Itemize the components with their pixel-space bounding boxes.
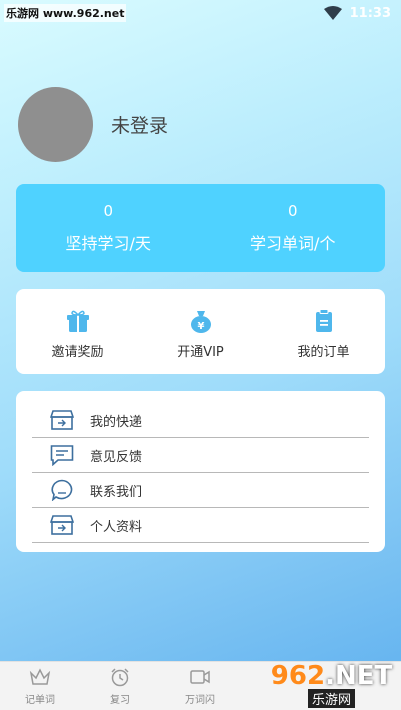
menu-item-feedback[interactable]: 意见反馈 <box>32 438 369 473</box>
stat-label: 学习单词/个 <box>250 234 336 253</box>
gift-icon <box>66 310 89 332</box>
clipboard-icon <box>315 309 332 332</box>
nav-label: 复习 <box>110 695 130 706</box>
stat-label: 坚持学习/天 <box>65 234 151 253</box>
menu-label: 个人资料 <box>90 519 143 535</box>
menu-label: 意见反馈 <box>90 449 143 465</box>
logo-main: 962.NET <box>270 660 393 691</box>
nav-label: 记单词 <box>25 695 55 706</box>
stat-value: 0 <box>103 202 114 220</box>
stats-card: 0 坚持学习/天 0 学习单词/个 <box>16 184 385 272</box>
watermark-logo: 962.NET 乐游网 <box>262 661 401 710</box>
action-label: 邀请奖励 <box>51 345 104 360</box>
nav-label: 万词闪 <box>185 695 215 706</box>
watermark-text: 乐游网 www.962.net <box>4 4 127 22</box>
nav-tab-review[interactable]: 复习 <box>80 662 160 710</box>
chat-bubble-icon <box>51 479 73 501</box>
menu-label: 我的快递 <box>90 414 143 430</box>
action-label: 开通VIP <box>177 345 224 360</box>
video-icon <box>190 670 210 684</box>
status-bar: 乐游网 www.962.net 11:33 <box>0 0 401 26</box>
invite-reward-button[interactable]: 邀请奖励 <box>16 289 139 374</box>
clock: 11:33 <box>349 5 391 21</box>
menu-label: 联系我们 <box>90 484 143 500</box>
profile-box-icon <box>50 515 74 535</box>
menu-item-my-delivery[interactable]: 我的快递 <box>32 403 369 438</box>
menu-item-personal-info[interactable]: 个人资料 <box>32 508 369 543</box>
avatar[interactable] <box>18 87 93 162</box>
logo-suffix: .NET <box>325 660 393 691</box>
alarm-clock-icon <box>111 668 129 687</box>
my-orders-button[interactable]: 我的订单 <box>262 289 385 374</box>
svg-text:¥: ¥ <box>197 321 204 332</box>
action-label: 我的订单 <box>297 345 350 360</box>
menu-item-contact-us[interactable]: 联系我们 <box>32 473 369 508</box>
status-right: 11:33 <box>323 5 391 21</box>
stat-words-learned: 0 学习单词/个 <box>201 184 386 272</box>
open-vip-button[interactable]: ¥ 开通VIP <box>139 289 262 374</box>
logo-sub: 乐游网 <box>307 688 355 708</box>
login-status[interactable]: 未登录 <box>111 111 168 138</box>
wifi-icon <box>323 6 342 20</box>
stat-study-days: 0 坚持学习/天 <box>16 184 201 272</box>
menu-card: 我的快递 意见反馈 联系我们 个人资料 <box>16 391 385 552</box>
profile-header[interactable]: 未登录 <box>18 87 168 162</box>
money-bag-icon: ¥ <box>190 311 211 333</box>
logo-number: 962 <box>270 660 326 691</box>
feedback-icon <box>50 445 74 466</box>
nav-tab-memorize-words[interactable]: 记单词 <box>0 662 80 710</box>
stat-value: 0 <box>287 202 298 220</box>
actions-card: 邀请奖励 ¥ 开通VIP 我的订单 <box>16 289 385 374</box>
crown-icon <box>29 668 51 685</box>
delivery-box-icon <box>50 410 74 430</box>
nav-tab-word-flash[interactable]: 万词闪 <box>160 662 240 710</box>
